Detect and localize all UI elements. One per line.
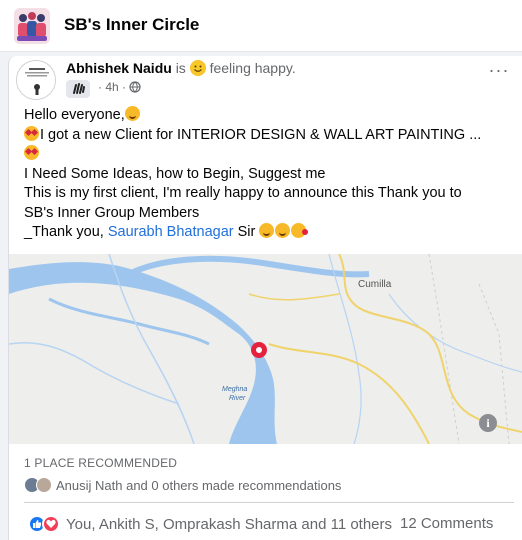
post-body: Hello everyone, I got a new Client for I… xyxy=(24,106,518,243)
star-struck-emoji-icon xyxy=(24,125,39,141)
map-info-icon[interactable]: i xyxy=(479,414,497,432)
feeling-text: feeling happy. xyxy=(209,60,296,76)
mention-link[interactable]: Saurabh Bhatnagar xyxy=(108,224,234,240)
group-cover-icon[interactable] xyxy=(14,8,50,44)
author-avatar[interactable] xyxy=(16,60,56,100)
body-line: This is my first client, I'm really happ… xyxy=(24,185,462,201)
river-label: Meghna xyxy=(222,386,247,393)
more-options-button[interactable]: ··· xyxy=(484,60,514,84)
reaction-names: You, Ankith S, Omprakash Sharma and 11 o… xyxy=(66,515,393,533)
post-meta: · 4h · xyxy=(98,80,141,96)
location-map[interactable]: Cumilla Meghna River i xyxy=(9,254,522,444)
group-name[interactable]: SB's Inner Circle xyxy=(64,15,199,35)
love-reaction-icon xyxy=(42,515,60,533)
body-line: SB's Inner Group Members xyxy=(24,204,200,221)
time-separator: · xyxy=(98,80,102,94)
smiling-emoji-icon xyxy=(124,106,140,121)
time-separator: · xyxy=(122,80,127,94)
body-line: _Thank you, Saurabh Bhatnagar Sir xyxy=(24,223,518,243)
river-label: River xyxy=(229,395,246,402)
globe-icon xyxy=(129,81,141,96)
body-line: I Need Some Ideas, how to Begin, Suggest… xyxy=(24,165,326,182)
recommendation-count: 1 PLACE RECOMMENDED xyxy=(24,456,178,470)
author-is: is xyxy=(175,60,186,76)
post-time[interactable]: 4h xyxy=(105,80,118,94)
smiling-hearts-emoji-icon xyxy=(291,223,309,238)
body-line: Hello everyone, xyxy=(24,106,518,126)
body-line xyxy=(24,145,518,165)
divider xyxy=(24,502,514,503)
city-label: Cumilla xyxy=(358,279,392,290)
body-line: I got a new Client for INTERIOR DESIGN &… xyxy=(24,125,518,146)
wave-badge-icon xyxy=(66,80,90,98)
recommender-avatar xyxy=(36,477,52,493)
group-header: SB's Inner Circle xyxy=(0,0,522,52)
happy-emoji-icon xyxy=(189,60,206,76)
comments-count-link[interactable]: 12 Comments xyxy=(400,515,493,532)
recommenders-row[interactable]: Anusij Nath and 0 others made recommenda… xyxy=(24,476,341,494)
map-pin-icon xyxy=(251,342,267,358)
author-name[interactable]: Abhishek Naidu xyxy=(66,60,172,76)
smiling-emoji-icon xyxy=(275,223,291,238)
recommenders-text: Anusij Nath and 0 others made recommenda… xyxy=(56,477,342,493)
reactions-summary[interactable]: You, Ankith S, Omprakash Sharma and 11 o… xyxy=(28,514,392,534)
star-struck-emoji-icon xyxy=(24,145,39,160)
author-line: Abhishek Naidu is feeling happy. xyxy=(66,60,296,76)
smiling-emoji-icon xyxy=(259,223,275,238)
